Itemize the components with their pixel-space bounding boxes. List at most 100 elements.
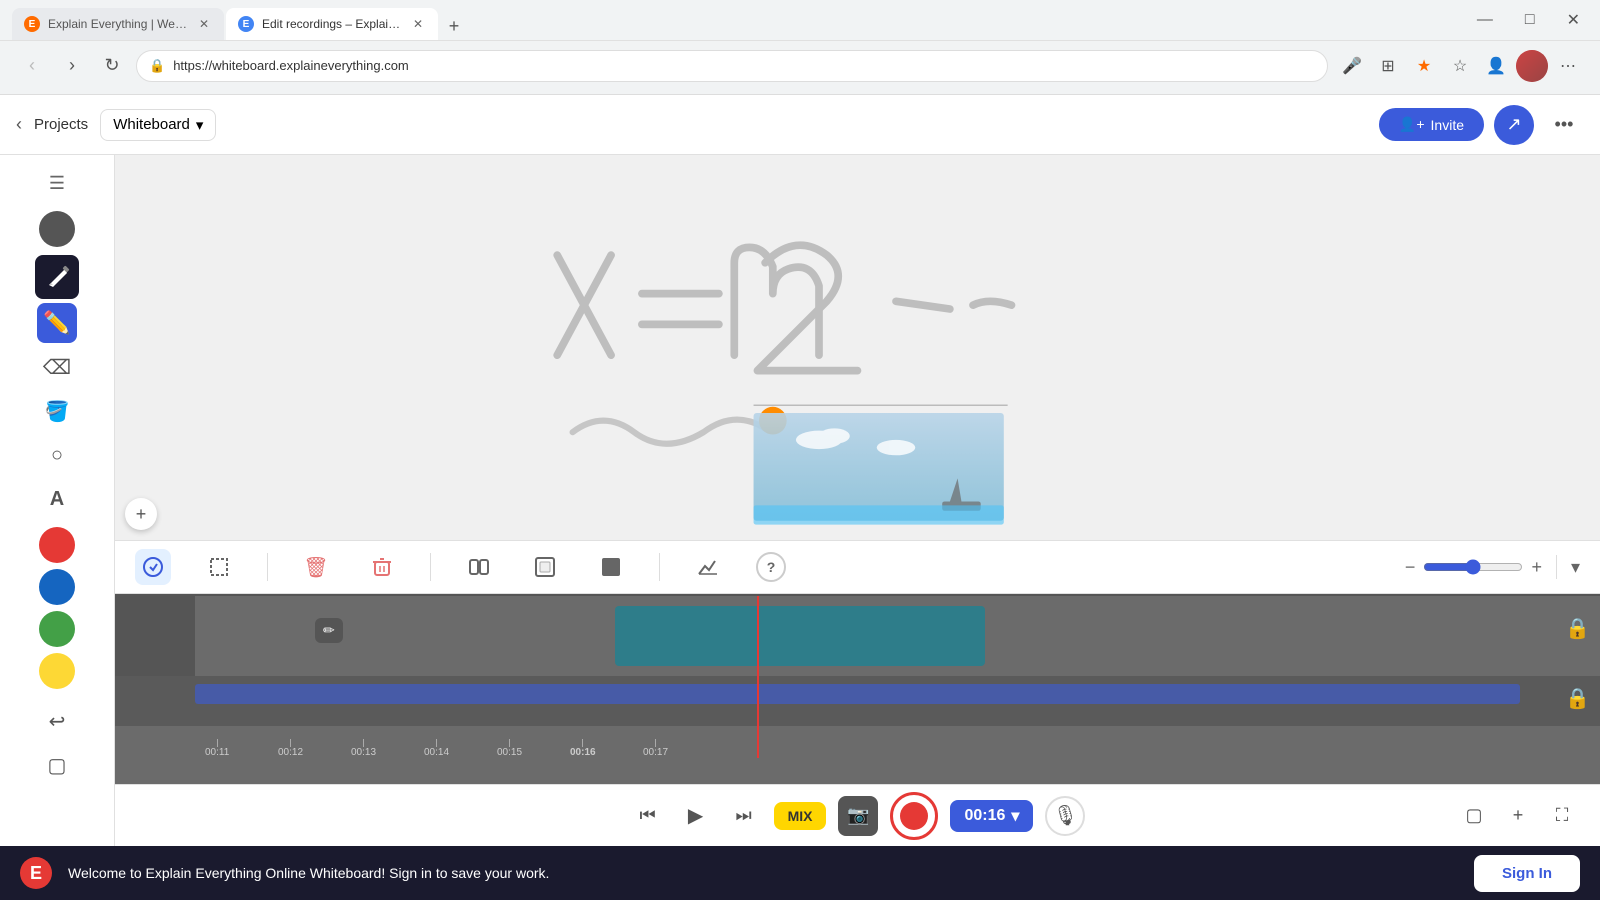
chevron-down-icon[interactable]: ▾: [1571, 557, 1580, 578]
zoom-controls: − + ▾: [1405, 555, 1580, 579]
crop-button[interactable]: [593, 549, 629, 585]
mix-button[interactable]: MIX: [774, 802, 827, 830]
frame-button[interactable]: [527, 549, 563, 585]
fill-icon: 🪣: [45, 399, 70, 424]
audio-track-block[interactable]: [195, 684, 1520, 704]
dropdown-chevron-icon: ▾: [196, 116, 204, 134]
zoom-minus-icon[interactable]: −: [1405, 557, 1416, 578]
tab-close-1[interactable]: ✕: [196, 16, 212, 32]
rewind-icon: ⏮: [639, 805, 655, 826]
sign-in-label: Sign In: [1502, 865, 1552, 882]
mic-button[interactable]: 🎙: [1045, 796, 1085, 836]
undo-button[interactable]: ↩: [37, 701, 77, 741]
whiteboard-canvas[interactable]: +: [115, 155, 1600, 540]
zoom-slider[interactable]: [1423, 559, 1523, 575]
lock-icon-top[interactable]: 🔒: [1565, 616, 1590, 641]
url-text: https://whiteboard.explaineverything.com: [173, 58, 409, 73]
text-icon: A: [50, 488, 64, 511]
reload-button[interactable]: ↻: [96, 50, 128, 82]
back-button[interactable]: ‹: [16, 50, 48, 82]
more-nav-icon[interactable]: ⋯: [1552, 50, 1584, 82]
favorites-icon[interactable]: ☆: [1444, 50, 1476, 82]
help-button[interactable]: ?: [756, 552, 786, 582]
delete-all-button[interactable]: [364, 549, 400, 585]
tab-label-1: Explain Everything | Web W...: [48, 17, 188, 31]
eraser-icon: ⌫: [43, 355, 71, 380]
add-button[interactable]: +: [1500, 798, 1536, 834]
share-icon: ↗: [1506, 114, 1521, 135]
share-button[interactable]: ↗: [1494, 105, 1534, 145]
record-inner: [900, 802, 928, 830]
split-button[interactable]: [461, 549, 497, 585]
fullscreen-button[interactable]: ⛶: [1544, 798, 1580, 834]
new-tab-button[interactable]: +: [440, 12, 468, 40]
rect-select-button[interactable]: [201, 549, 237, 585]
main-area: ☰ ✏️ ⌫ 🪣: [0, 155, 1600, 846]
header-right: 👤+ Invite ↗ •••: [1379, 105, 1584, 145]
highlight-tool-button[interactable]: ✏️: [37, 303, 77, 343]
projects-link[interactable]: Projects: [34, 116, 88, 133]
chart-button[interactable]: [690, 549, 726, 585]
tab-close-2[interactable]: ✕: [410, 16, 426, 32]
pen-tool-button[interactable]: [35, 255, 79, 299]
close-button[interactable]: ✕: [1559, 6, 1588, 34]
ruler-mark-1: 00:12: [278, 739, 303, 758]
address-bar[interactable]: 🔒 https://whiteboard.explaineverything.c…: [136, 50, 1328, 82]
media-button[interactable]: ▢: [37, 745, 77, 785]
main-track-block[interactable]: [615, 606, 985, 666]
profile-icon[interactable]: 👤: [1480, 50, 1512, 82]
highlight-icon: ✏️: [43, 310, 70, 336]
zoom-button[interactable]: +: [125, 498, 157, 530]
eraser-tool-button[interactable]: ⌫: [37, 347, 77, 387]
logo-text: E: [30, 863, 42, 884]
mic-nav-icon[interactable]: 🎤: [1336, 50, 1368, 82]
whiteboard-selector[interactable]: Whiteboard ▾: [100, 109, 216, 141]
tab-favicon-2: E: [238, 16, 254, 32]
maximize-button[interactable]: □: [1517, 7, 1543, 33]
menu-button[interactable]: ☰: [37, 163, 77, 203]
forward-button[interactable]: ›: [56, 50, 88, 82]
edit-select-button[interactable]: [135, 549, 171, 585]
record-button[interactable]: [890, 792, 938, 840]
play-button[interactable]: ▶: [678, 798, 714, 834]
more-options-button[interactable]: •••: [1544, 105, 1584, 145]
time-display[interactable]: 00:16 ▾: [950, 800, 1033, 832]
minimize-button[interactable]: —: [1469, 7, 1501, 33]
tab-active[interactable]: E Edit recordings – Explain Everyth... ✕: [226, 8, 438, 40]
extensions-icon[interactable]: ⊞: [1372, 50, 1404, 82]
color-blue[interactable]: [39, 569, 75, 605]
whiteboard-label: Whiteboard: [113, 116, 190, 133]
color-yellow[interactable]: [39, 653, 75, 689]
track-pencil-button[interactable]: ✏: [315, 618, 343, 643]
playhead[interactable]: [757, 596, 759, 676]
tab-inactive[interactable]: E Explain Everything | Web W... ✕: [12, 8, 224, 40]
zoom-plus-icon[interactable]: +: [1531, 557, 1542, 578]
mix-label: MIX: [788, 808, 813, 824]
banner-logo: E: [20, 857, 52, 889]
shapes-tool-button[interactable]: ○: [37, 435, 77, 475]
camera-icon: 📷: [847, 805, 869, 826]
ruler-mark-5: 00:16: [570, 739, 596, 758]
color-red[interactable]: [39, 527, 75, 563]
ee-extension-icon[interactable]: ★: [1408, 50, 1440, 82]
ruler-mark-6: 00:17: [643, 739, 668, 758]
avatar[interactable]: [1516, 50, 1548, 82]
fill-tool-button[interactable]: 🪣: [37, 391, 77, 431]
invite-button[interactable]: 👤+ Invite: [1379, 108, 1484, 141]
timeline-area: ✏ 🔒 🔒: [115, 594, 1600, 784]
delete-button[interactable]: 🗑: [298, 549, 334, 585]
sign-in-button[interactable]: Sign In: [1474, 855, 1580, 892]
rewind-button[interactable]: ⏮: [630, 798, 666, 834]
lock-icon-bottom[interactable]: 🔒: [1565, 686, 1590, 711]
banner-message: Welcome to Explain Everything Online Whi…: [68, 865, 1474, 881]
left-toolbar: ☰ ✏️ ⌫ 🪣: [0, 155, 115, 846]
undo-icon: ↩: [49, 709, 66, 734]
fast-forward-button[interactable]: ⏭: [726, 798, 762, 834]
current-color-dot[interactable]: [39, 211, 75, 247]
camera-button[interactable]: 📷: [838, 796, 878, 836]
back-projects-button[interactable]: ‹: [16, 114, 22, 135]
color-green[interactable]: [39, 611, 75, 647]
text-tool-button[interactable]: A: [37, 479, 77, 519]
insert-button[interactable]: ▢: [1456, 798, 1492, 834]
split-icon: [468, 556, 490, 578]
